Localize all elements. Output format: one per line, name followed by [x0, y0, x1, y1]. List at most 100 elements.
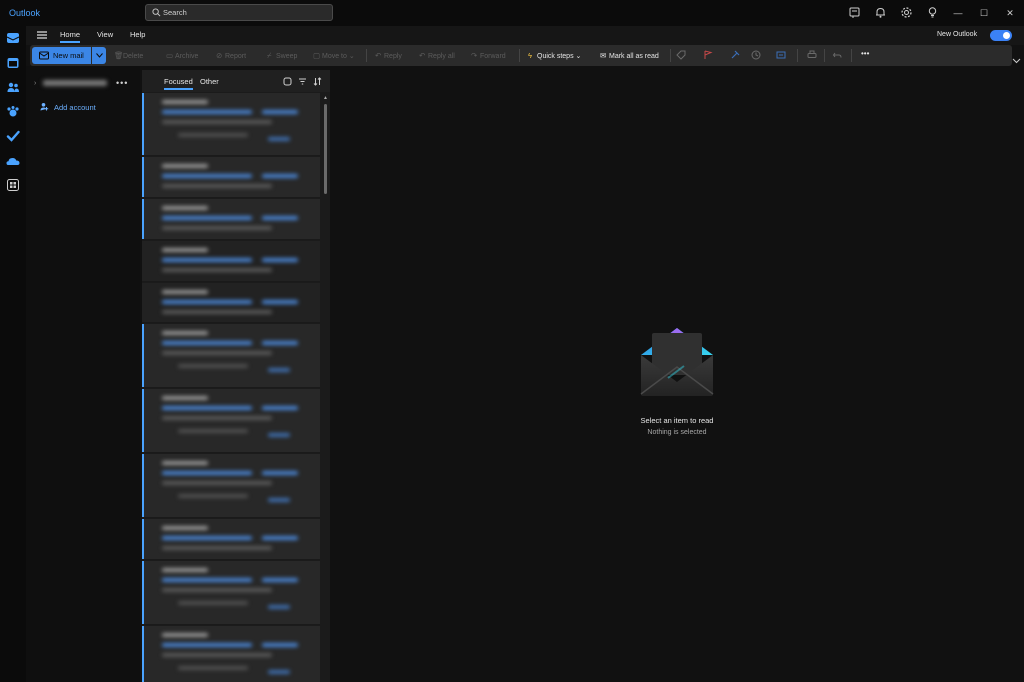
close-button[interactable]: ✕ — [1004, 7, 1016, 19]
tag-icon[interactable] — [676, 50, 686, 60]
todo-icon[interactable] — [6, 129, 20, 143]
rules-icon[interactable] — [776, 50, 786, 60]
broom-icon: ⌿ — [267, 51, 272, 60]
list-item[interactable] — [142, 283, 320, 323]
ribbon-divider — [366, 49, 367, 62]
forward-label: Forward — [480, 53, 506, 60]
filter-icon[interactable] — [298, 77, 307, 86]
report-label: Report — [225, 53, 247, 60]
account-name-redacted[interactable] — [43, 80, 107, 86]
menu-help[interactable]: Help — [130, 30, 145, 39]
redacted-text — [268, 605, 290, 609]
redacted-text — [162, 258, 252, 262]
redacted-text — [162, 120, 272, 124]
tab-focused[interactable]: Focused — [164, 77, 193, 90]
clock-icon[interactable] — [751, 50, 761, 60]
empty-state-title: Select an item to read — [640, 416, 714, 425]
redacted-text — [162, 461, 208, 465]
chevron-down-icon — [96, 53, 103, 58]
redacted-text — [162, 416, 272, 420]
search-box[interactable]: Search — [145, 4, 333, 21]
new-mail-button[interactable]: New mail — [32, 47, 91, 64]
redacted-text — [162, 471, 252, 475]
new-outlook-toggle[interactable] — [990, 30, 1012, 41]
new-mail-dropdown[interactable] — [92, 47, 106, 64]
redacted-text — [162, 481, 272, 485]
scrollbar-thumb[interactable] — [324, 104, 327, 194]
ribbon-divider — [670, 49, 671, 62]
reply-button[interactable]: ↶ Reply — [375, 51, 402, 60]
lightbulb-icon[interactable] — [926, 6, 939, 19]
list-item[interactable] — [142, 626, 320, 682]
redacted-text — [162, 206, 208, 210]
list-item[interactable] — [142, 199, 320, 240]
onedrive-icon[interactable] — [6, 154, 20, 168]
redacted-text — [162, 396, 208, 400]
scroll-up-arrow-icon[interactable]: ▲ — [323, 95, 328, 101]
list-item[interactable] — [142, 389, 320, 453]
print-icon[interactable] — [807, 50, 817, 60]
add-account-link[interactable]: Add account — [54, 103, 96, 112]
reply-all-icon: ↶ — [419, 51, 426, 60]
chevron-right-icon[interactable]: › — [34, 80, 36, 87]
archive-button[interactable]: ▭ Archive — [166, 51, 198, 60]
notes-icon[interactable] — [848, 6, 861, 19]
chevron-down-icon[interactable] — [1012, 56, 1021, 65]
maximize-button[interactable]: ☐ — [978, 7, 990, 19]
tab-other[interactable]: Other — [200, 77, 219, 86]
report-button[interactable]: ⊘ Report — [216, 51, 246, 60]
mark-all-read-button[interactable]: ✉ Mark all as read — [600, 51, 659, 60]
redacted-text — [262, 110, 298, 114]
ribbon-toolbar: New mail 🗑Delete ▭ Archive ⊘ Report ⌿ Sweep… — [30, 45, 1012, 66]
list-item[interactable] — [142, 93, 320, 156]
redacted-text — [162, 290, 208, 294]
people-icon[interactable] — [6, 80, 20, 94]
redacted-text — [162, 526, 208, 530]
calendar-icon[interactable] — [6, 56, 20, 70]
list-item[interactable] — [142, 454, 320, 518]
sort-icon[interactable] — [313, 77, 322, 86]
quick-steps-button[interactable]: ϟ Quick steps ⌄ — [528, 51, 581, 60]
mark-all-read-label: Mark all as read — [609, 53, 659, 60]
trash-icon: 🗑 — [114, 51, 124, 60]
select-mode-icon[interactable] — [283, 77, 292, 86]
delete-button[interactable]: 🗑Delete — [114, 51, 143, 60]
account-more-button[interactable]: ••• — [116, 78, 128, 88]
bell-icon[interactable] — [874, 6, 887, 19]
more-options-button[interactable]: ••• — [861, 49, 869, 58]
list-item[interactable] — [142, 561, 320, 625]
message-list: Focused Other ▲ — [142, 70, 330, 682]
reply-all-label: Reply all — [428, 53, 455, 60]
gear-icon[interactable] — [900, 6, 913, 19]
move-to-label: Move to — [322, 53, 347, 60]
apps-icon[interactable] — [6, 178, 20, 192]
forward-button[interactable]: ↷ Forward — [471, 51, 506, 60]
reply-all-button[interactable]: ↶ Reply all — [419, 51, 455, 60]
list-item[interactable] — [142, 157, 320, 198]
redacted-text — [178, 601, 248, 605]
sweep-button[interactable]: ⌿ Sweep — [267, 51, 297, 61]
list-item[interactable] — [142, 324, 320, 388]
hamburger-menu-icon[interactable] — [36, 30, 48, 40]
ribbon-divider — [519, 49, 520, 62]
menu-bar: Home View Help New Outlook — [26, 26, 1024, 45]
move-to-button[interactable]: ▢ Move to ⌄ — [313, 51, 355, 60]
flag-icon[interactable] — [703, 50, 713, 60]
pin-icon[interactable] — [730, 50, 740, 60]
quick-steps-label: Quick steps — [537, 53, 574, 60]
list-item[interactable] — [142, 519, 320, 560]
list-item[interactable] — [142, 241, 320, 282]
undo-icon[interactable] — [832, 50, 842, 60]
redacted-text — [162, 110, 252, 114]
redacted-text — [262, 341, 298, 345]
redacted-text — [268, 137, 290, 141]
menu-home[interactable]: Home — [60, 30, 81, 43]
mail-icon[interactable] — [6, 31, 20, 45]
redacted-text — [162, 536, 252, 540]
reply-label: Reply — [384, 53, 402, 60]
app-title: Outlook — [9, 8, 41, 18]
redacted-text — [162, 406, 252, 410]
menu-view[interactable]: View — [97, 30, 113, 39]
groups-icon[interactable] — [6, 105, 20, 119]
minimize-button[interactable]: — — [952, 7, 964, 19]
